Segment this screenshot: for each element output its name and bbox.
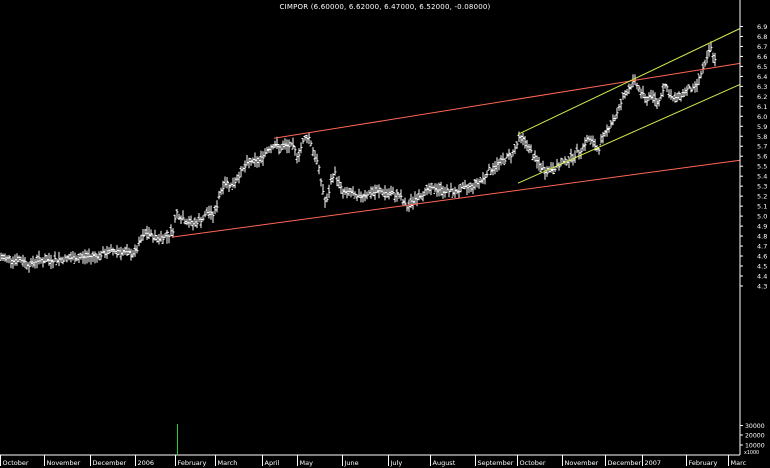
- price-tick-label: 4.4: [757, 272, 767, 280]
- price-tick-label: 5.6: [757, 153, 767, 161]
- time-axis: October November December 2006 February March…: [0, 454, 747, 467]
- volume-unit-label: x1000: [744, 450, 759, 456]
- price-tick-label: 6.5: [757, 63, 767, 71]
- time-tick-label: February: [689, 459, 718, 467]
- time-tick-label: October: [3, 459, 29, 467]
- volume-panel: 30000 20000 10000x1000: [177, 423, 765, 456]
- price-tick-label: 6.0: [757, 113, 767, 121]
- price-tick-label: 6.7: [757, 43, 767, 51]
- time-tick-label: Marc: [731, 459, 747, 467]
- price-tick-label: 5.7: [757, 143, 767, 151]
- time-tick-label: May: [300, 459, 314, 467]
- trend-line: [171, 159, 741, 238]
- time-tick-label: 2007: [645, 459, 662, 467]
- price-tick-label: 5.1: [757, 203, 767, 211]
- price-tick-label: 5.2: [757, 193, 767, 201]
- price-tick-label: 5.4: [757, 173, 767, 181]
- time-tick-label: September: [478, 459, 514, 467]
- price-axis: 6.9 6.8 6.7 6.6 6.5 6.4 6.3 6.2 6.1 6.0 5.9 5.8 5.7 5…: [739, 0, 767, 455]
- price-tick-label: 6.6: [757, 53, 767, 61]
- time-tick-label: October: [520, 459, 546, 467]
- price-tick-label: 6.2: [757, 93, 767, 101]
- time-tick-label: March: [218, 459, 238, 467]
- price-tick-label: 4.7: [757, 243, 767, 251]
- time-tick-label: April: [265, 459, 280, 467]
- price-tick-label: 4.3: [757, 282, 767, 290]
- price-chart: 6.9 6.8 6.7 6.6 6.5 6.4 6.3 6.2 6.1 6.0 5.9 5.8 5.7 5…: [0, 0, 767, 467]
- time-tick-label: July: [390, 459, 403, 467]
- time-tick-label: December: [93, 459, 127, 467]
- price-tick-label: 5.3: [757, 183, 767, 191]
- trend-lines: [171, 28, 741, 238]
- price-tick-label: 4.9: [757, 223, 767, 231]
- price-tick-label: 4.8: [757, 233, 767, 241]
- price-tick-label: 4.5: [757, 263, 767, 271]
- trend-line: [517, 28, 741, 135]
- price-tick-label: 5.0: [757, 213, 767, 221]
- chart-title: CIMPOR (6.60000, 6.62000, 6.47000, 6.520…: [279, 3, 491, 11]
- time-tick-label: August: [433, 459, 456, 467]
- price-tick-label: 6.8: [757, 33, 767, 41]
- time-tick-label: 2006: [138, 459, 155, 467]
- volume-tick-label: 20000: [745, 433, 765, 440]
- time-tick-label: November: [565, 459, 599, 467]
- price-tick-label: 6.4: [757, 73, 767, 81]
- price-tick-label: 5.5: [757, 163, 767, 171]
- price-tick-label: 5.9: [757, 123, 767, 131]
- volume-tick-label: 10000: [745, 443, 765, 450]
- trend-line: [273, 62, 741, 139]
- price-tick-label: 4.6: [757, 253, 767, 261]
- price-tick-label: 6.9: [757, 23, 767, 31]
- time-tick-label: December: [608, 459, 642, 467]
- price-tick-label: 5.8: [757, 133, 767, 141]
- time-tick-label: November: [47, 459, 81, 467]
- price-tick-label: 6.1: [757, 103, 767, 111]
- time-tick-label: February: [178, 459, 207, 467]
- volume-tick-label: 30000: [745, 423, 765, 430]
- trend-line: [517, 83, 741, 184]
- price-tick-label: 6.3: [757, 83, 767, 91]
- price-bars: [0, 41, 717, 273]
- time-tick-label: June: [344, 459, 359, 467]
